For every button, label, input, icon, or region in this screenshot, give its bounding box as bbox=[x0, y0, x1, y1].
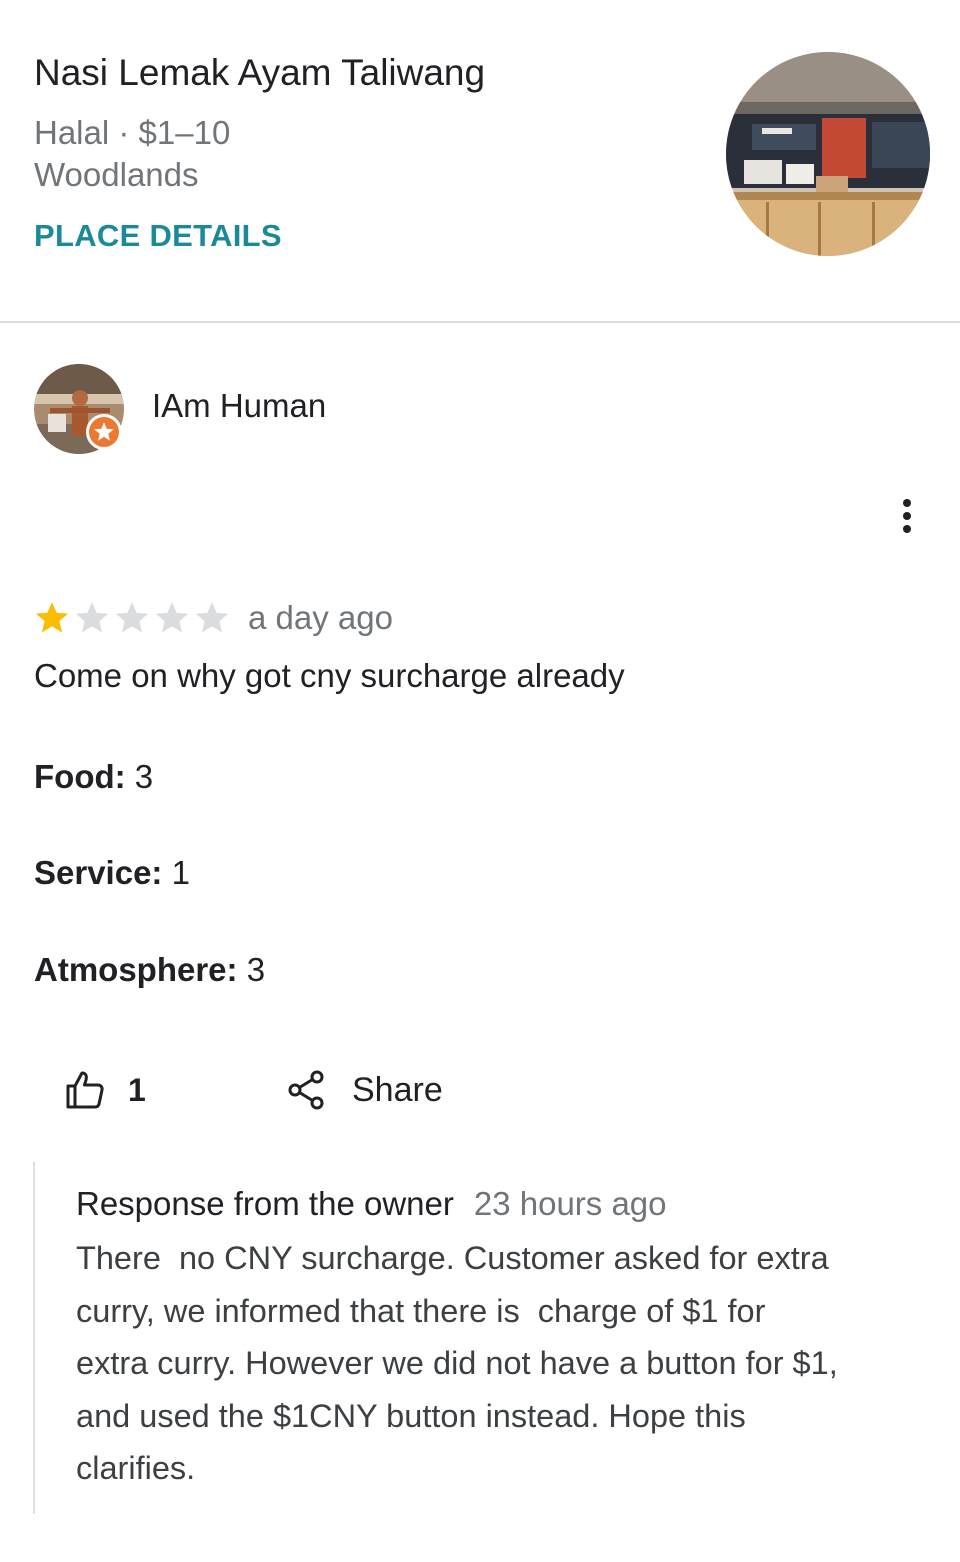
star-empty-icon bbox=[195, 602, 229, 633]
star-empty-icon bbox=[115, 602, 149, 633]
place-category-price: Halal · $1–10 bbox=[34, 114, 231, 151]
more-vertical-icon bbox=[903, 499, 911, 533]
owner-response-header: Response from the owner 23 hours ago bbox=[76, 1185, 667, 1223]
aspect-atmosphere: Atmosphere: 3 bbox=[34, 951, 265, 989]
owner-response-text: There no CNY surcharge. Customer asked f… bbox=[76, 1240, 838, 1486]
aspect-label: Atmosphere: bbox=[34, 951, 238, 988]
place-photo[interactable] bbox=[726, 52, 930, 256]
local-guide-badge bbox=[86, 414, 122, 450]
aspect-value: 3 bbox=[134, 758, 154, 795]
like-count: 1 bbox=[128, 1071, 146, 1108]
aspect-service: Service: 1 bbox=[34, 854, 190, 892]
star-empty-icon bbox=[155, 602, 189, 633]
star-filled-icon bbox=[35, 602, 69, 633]
share-button[interactable]: Share bbox=[286, 1066, 443, 1114]
local-guide-star-icon bbox=[94, 422, 114, 441]
like-button[interactable]: 1 bbox=[62, 1066, 146, 1114]
section-divider bbox=[0, 321, 960, 323]
place-name: Nasi Lemak Ayam Taliwang bbox=[34, 52, 486, 93]
response-divider bbox=[33, 1162, 35, 1514]
aspect-food: Food: 3 bbox=[34, 758, 153, 796]
aspect-value: 3 bbox=[246, 951, 266, 988]
place-photo-image bbox=[726, 52, 930, 256]
place-details-link[interactable]: PLACE DETAILS bbox=[34, 218, 282, 254]
review-text: Come on why got cny surcharge already bbox=[34, 657, 625, 694]
share-icon bbox=[288, 1070, 324, 1110]
aspect-label: Food: bbox=[34, 758, 126, 795]
review-time: a day ago bbox=[248, 599, 393, 636]
owner-response-title: Response from the owner bbox=[76, 1185, 454, 1222]
place-area: Woodlands bbox=[34, 156, 199, 193]
thumbs-up-icon bbox=[66, 1071, 104, 1109]
share-label: Share bbox=[352, 1070, 443, 1109]
reviewer-name[interactable]: IAm Human bbox=[152, 387, 326, 425]
star-rating bbox=[32, 598, 232, 638]
aspect-label: Service: bbox=[34, 854, 163, 891]
owner-response-time: 23 hours ago bbox=[473, 1185, 667, 1222]
aspect-value: 1 bbox=[171, 854, 190, 891]
more-options-button[interactable] bbox=[886, 494, 928, 538]
star-empty-icon bbox=[75, 602, 109, 633]
